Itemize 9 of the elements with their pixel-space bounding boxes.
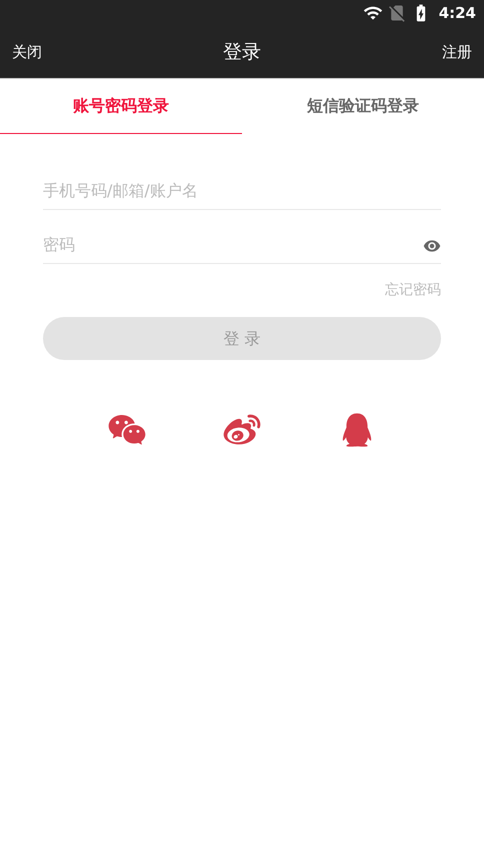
header-title: 登录 [223,40,261,65]
status-time: 4:24 [438,2,476,24]
close-button[interactable]: 关闭 [12,40,42,64]
no-sim-icon [386,3,407,23]
tab[interactable]: 账号密码登录 [0,79,242,134]
password-field[interactable]: 密码 [43,229,423,259]
account-field[interactable]: 手机号码/邮箱/账户名 [43,175,441,205]
tab[interactable]: 短信验证码登录 [242,79,484,134]
register-button[interactable]: 注册 [442,40,472,64]
